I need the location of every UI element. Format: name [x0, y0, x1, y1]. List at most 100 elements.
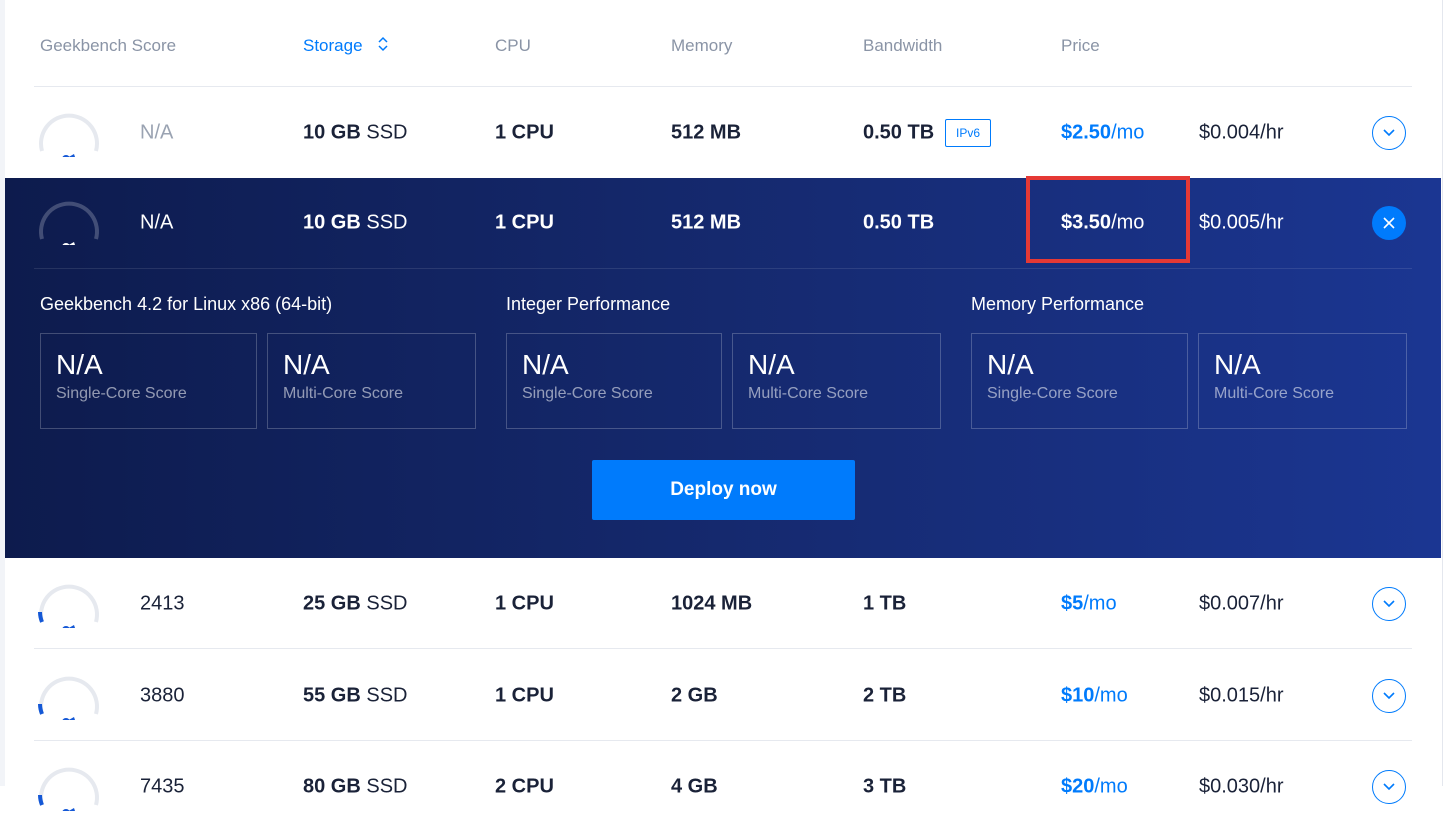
cpu-value: 1 CPU	[495, 121, 554, 143]
cpu-value: 1 CPU	[495, 211, 554, 234]
expand-button[interactable]	[1372, 586, 1406, 621]
price-unit: /mo	[1083, 592, 1117, 614]
geekbench-score: 2413	[140, 592, 185, 614]
expand-button[interactable]	[1372, 115, 1406, 150]
header-storage[interactable]: Storage	[303, 36, 389, 57]
table-row[interactable]: N/A 10 GB SSD 1 CPU 512 MB 0.50 TB IPv6 …	[0, 87, 1443, 178]
price-unit: /mo	[1094, 684, 1128, 706]
bandwidth: 1 TB	[863, 592, 906, 615]
header-storage-label: Storage	[303, 36, 363, 55]
multi-core-card: N/A Multi-Core Score	[1198, 333, 1407, 429]
storage-type: SSD	[366, 121, 408, 143]
memory: 2 GB	[671, 684, 718, 707]
single-core-label: Single-Core Score	[987, 384, 1118, 402]
table-row[interactable]: 7435 80 GB SSD 2 CPU 4 GB 3 TB $20/mo $0…	[0, 741, 1443, 832]
storage: 10 GB SSD	[303, 212, 408, 235]
bandwidth-value: 3 TB	[863, 775, 907, 797]
table-row[interactable]: 3880 55 GB SSD 1 CPU 2 GB 2 TB $10/mo $0…	[0, 650, 1443, 741]
cpu: 1 CPU	[495, 212, 554, 235]
hourly-price: $0.015/hr	[1199, 684, 1284, 706]
single-core-card: N/A Single-Core Score	[40, 333, 257, 429]
header-bandwidth[interactable]: Bandwidth	[863, 36, 942, 56]
chevron-down-icon	[1383, 782, 1395, 790]
price-amount: $10	[1061, 684, 1095, 706]
header-cpu[interactable]: CPU	[495, 36, 531, 56]
collapse-button[interactable]	[1372, 206, 1406, 240]
hourly-price: $0.007/hr	[1199, 592, 1284, 614]
storage-amount: 55 GB	[303, 684, 361, 706]
single-core-card: N/A Single-Core Score	[506, 333, 722, 429]
multi-core-label: Multi-Core Score	[1214, 384, 1335, 402]
storage: 25 GB SSD	[303, 592, 408, 615]
cpu-value: 1 CPU	[495, 592, 554, 614]
cpu: 1 CPU	[495, 684, 554, 707]
geekbench-score: N/A	[140, 211, 174, 234]
ipv6-badge: IPv6	[945, 118, 992, 147]
storage-type: SSD	[366, 684, 408, 706]
storage-type: SSD	[366, 592, 408, 614]
storage-amount: 25 GB	[303, 592, 361, 614]
chevron-down-icon	[1383, 599, 1395, 607]
expand-button[interactable]	[1372, 769, 1406, 804]
memory-value: 2 GB	[671, 684, 718, 706]
row-divider	[34, 648, 1412, 649]
memory-value: 4 GB	[671, 775, 718, 797]
storage: 10 GB SSD	[303, 121, 408, 144]
storage: 80 GB SSD	[303, 775, 408, 798]
single-core-label: Single-Core Score	[522, 384, 653, 402]
single-core-card: N/A Single-Core Score	[971, 333, 1188, 429]
geekbench-score: N/A	[140, 121, 174, 143]
geekbench-score: 7435	[140, 775, 185, 797]
header-geekbench[interactable]: Geekbench Score	[40, 36, 176, 56]
memory: 512 MB	[671, 121, 741, 144]
multi-core-label: Multi-Core Score	[283, 384, 404, 402]
storage-type: SSD	[366, 775, 408, 797]
storage-amount: 10 GB	[303, 211, 361, 234]
cpu: 2 CPU	[495, 775, 554, 798]
single-core-value: N/A	[987, 349, 1034, 380]
price-unit: /mo	[1094, 775, 1128, 797]
hourly-price: $0.004/hr	[1199, 121, 1284, 143]
gauge-icon	[38, 195, 100, 251]
deploy-now-button[interactable]: Deploy now	[592, 460, 855, 520]
storage-type: SSD	[366, 211, 408, 234]
storage-amount: 80 GB	[303, 775, 361, 797]
monthly-price: $5/mo	[1061, 592, 1117, 615]
table-header: Geekbench Score Storage CPU Memory Bandw…	[0, 0, 1443, 87]
multi-core-label: Multi-Core Score	[748, 384, 869, 402]
geekbench-score: 3880	[140, 684, 185, 706]
benchmark-title: Geekbench 4.2 for Linux x86 (64-bit)	[40, 294, 333, 314]
memory: 4 GB	[671, 775, 718, 798]
memory-value: 512 MB	[671, 211, 742, 234]
table-row[interactable]: 2413 25 GB SSD 1 CPU 1024 MB 1 TB $5/mo …	[0, 558, 1443, 649]
bandwidth: 3 TB	[863, 775, 906, 798]
bandwidth-value: 1 TB	[863, 592, 907, 614]
cpu: 1 CPU	[495, 592, 554, 615]
multi-core-card: N/A Multi-Core Score	[732, 333, 941, 429]
storage-amount: 10 GB	[303, 121, 361, 143]
panel-divider	[34, 268, 1412, 269]
benchmark-title: Integer Performance	[506, 294, 671, 314]
gauge-icon	[38, 107, 100, 163]
price-amount: $5	[1061, 592, 1084, 614]
bandwidth: 0.50 TB	[863, 212, 934, 235]
bandwidth: 0.50 TB	[863, 121, 934, 144]
header-price[interactable]: Price	[1061, 36, 1100, 56]
price-unit: /mo	[1111, 121, 1145, 143]
multi-core-value: N/A	[748, 349, 795, 380]
monthly-price: $10/mo	[1061, 684, 1128, 707]
gauge-icon	[38, 761, 100, 817]
expand-button[interactable]	[1372, 678, 1406, 713]
close-icon	[1383, 217, 1395, 229]
memory: 1024 MB	[671, 592, 752, 615]
header-memory[interactable]: Memory	[671, 36, 732, 56]
cpu-value: 1 CPU	[495, 684, 554, 706]
price-highlight-box	[1026, 176, 1190, 263]
memory-value: 512 MB	[671, 121, 742, 143]
bandwidth-value: 2 TB	[863, 684, 907, 706]
gauge-icon	[38, 578, 100, 634]
storage: 55 GB SSD	[303, 684, 408, 707]
monthly-price: $2.50/mo	[1061, 121, 1144, 144]
sort-icon	[377, 36, 389, 57]
single-core-value: N/A	[522, 349, 569, 380]
